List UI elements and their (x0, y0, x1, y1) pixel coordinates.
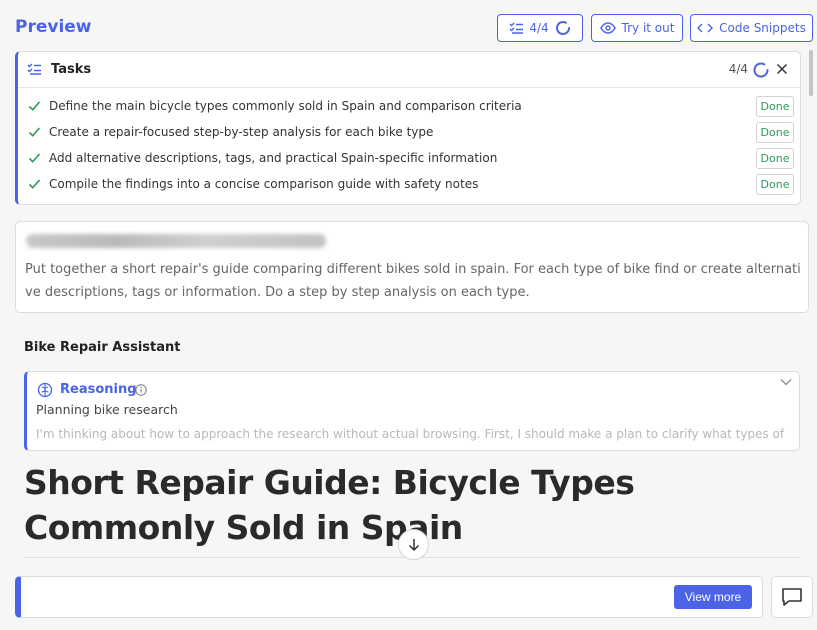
task-row: Define the main bicycle types commonly s… (18, 94, 801, 120)
chat-icon (782, 588, 802, 606)
done-badge: Done (756, 96, 794, 117)
task-text: Compile the findings into a concise comp… (49, 177, 479, 191)
brain-icon (37, 382, 53, 398)
page-title: Preview (15, 17, 92, 37)
task-text: Add alternative descriptions, tags, and … (49, 151, 498, 165)
reasoning-panel[interactable]: Reasoning Planning bike research I'm thi… (24, 371, 800, 451)
chat-button[interactable] (771, 576, 813, 618)
check-icon (28, 179, 41, 189)
reasoning-label: Reasoning (60, 382, 137, 397)
tasks-progress-label: 4/4 (529, 21, 549, 35)
assistant-name: Bike Repair Assistant (24, 340, 181, 355)
info-icon[interactable] (135, 384, 147, 396)
try-it-out-label: Try it out (621, 21, 675, 35)
arrow-down-icon (408, 538, 419, 551)
eye-icon (599, 22, 616, 34)
chevron-down-icon[interactable] (780, 378, 792, 386)
tasks-panel: Tasks 4/4 Define the main bicycle types … (15, 51, 801, 205)
done-badge: Done (756, 148, 794, 169)
task-text: Create a repair-focused step-by-step ana… (49, 125, 434, 139)
task-row: Create a repair-focused step-by-step ana… (18, 120, 801, 146)
view-more-button[interactable]: View more (674, 585, 752, 609)
checklist-icon (509, 22, 524, 34)
task-row: Add alternative descriptions, tags, and … (18, 146, 801, 172)
tasks-progress-button[interactable]: 4/4 (497, 14, 583, 42)
spinner-icon (555, 21, 570, 35)
task-text: Define the main bicycle types commonly s… (49, 99, 522, 113)
code-snippets-button[interactable]: Code Snippets (690, 14, 813, 42)
code-snippets-label: Code Snippets (719, 21, 806, 35)
task-row: Compile the findings into a concise comp… (18, 172, 801, 198)
tasks-title: Tasks (51, 62, 92, 77)
done-badge: Done (756, 174, 794, 195)
checklist-icon (27, 63, 41, 75)
prompt-text: Put together a short repair's guide comp… (25, 262, 801, 300)
scroll-down-button[interactable] (398, 529, 429, 560)
top-bar: Preview 4/4 Try it out Code Snippets (0, 0, 817, 50)
redacted-email (26, 234, 326, 248)
scrollbar-thumb[interactable] (809, 50, 813, 96)
reasoning-subtitle: Planning bike research (36, 402, 178, 417)
close-icon[interactable] (774, 61, 790, 77)
tasks-header: Tasks 4/4 (18, 52, 800, 88)
check-icon (28, 127, 41, 137)
spinner-icon (753, 62, 769, 78)
check-icon (28, 101, 41, 111)
try-it-out-button[interactable]: Try it out (591, 14, 683, 42)
tasks-counter: 4/4 (728, 62, 748, 76)
user-prompt-card: Put together a short repair's guide comp… (15, 221, 809, 313)
response-preview-card: View more (15, 576, 763, 618)
reasoning-preview: I'm thinking about how to approach the r… (36, 427, 785, 441)
check-icon (28, 153, 41, 163)
code-icon (697, 23, 714, 33)
done-badge: Done (756, 122, 794, 143)
